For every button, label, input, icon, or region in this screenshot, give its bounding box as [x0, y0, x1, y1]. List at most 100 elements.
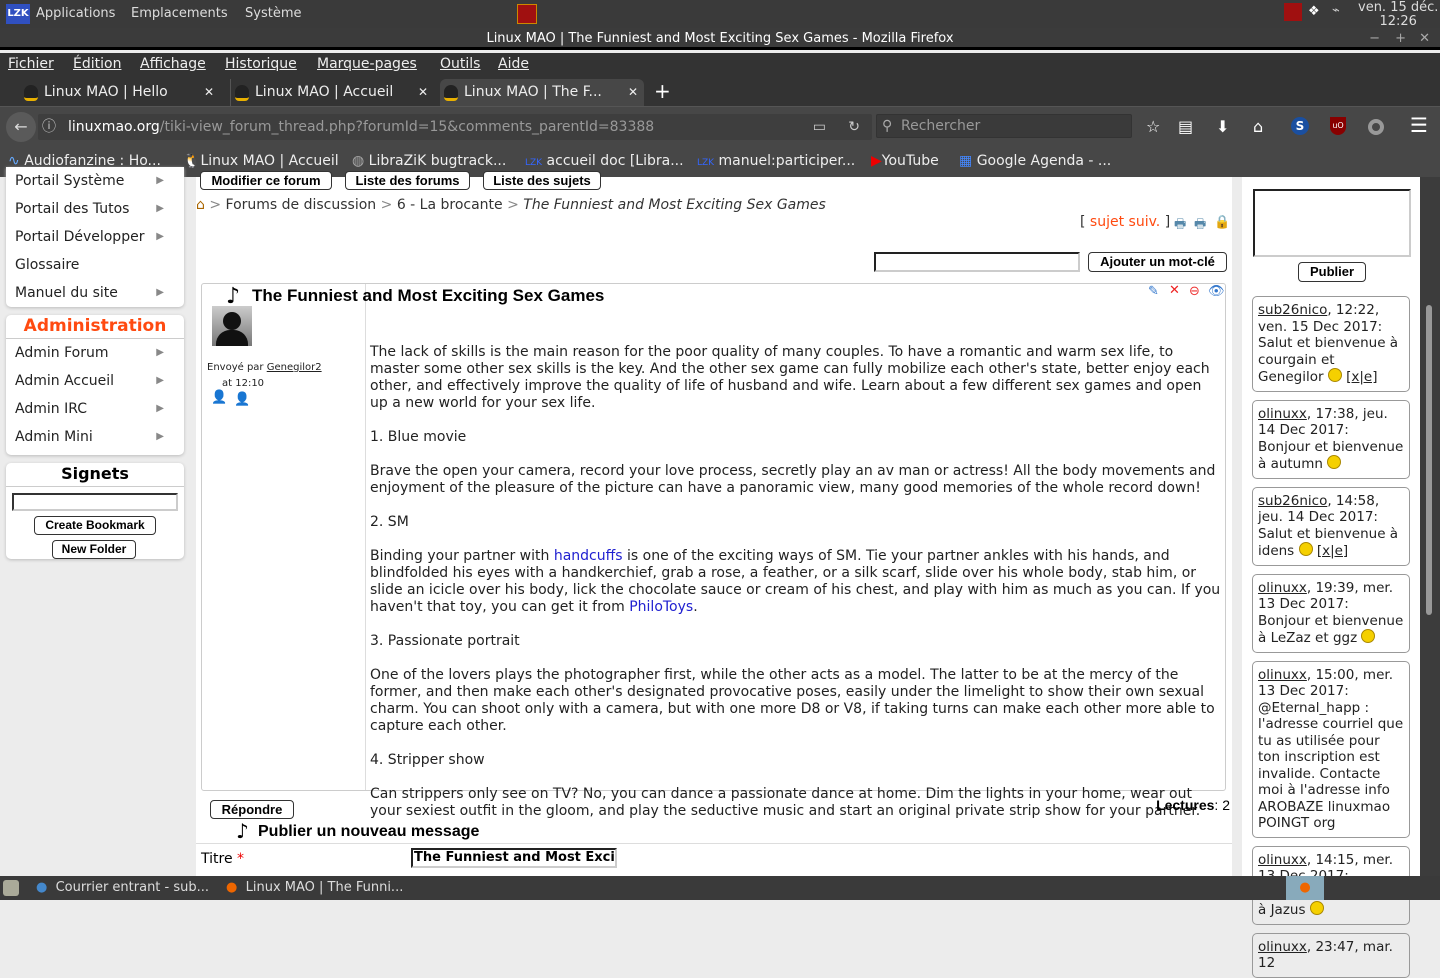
tab-accueil[interactable]: Linux MAO | Accueil ✕ [230, 79, 434, 106]
dropbox-icon[interactable]: ❖ [1308, 4, 1320, 19]
print-all-icon[interactable]: 🖶 [1194, 215, 1206, 237]
applications-menu[interactable]: Applications [36, 6, 115, 21]
tray-app-icon[interactable] [1284, 3, 1302, 21]
back-button[interactable]: ← [6, 112, 36, 142]
close-tab-icon[interactable]: ✕ [418, 79, 428, 106]
bookmark-manuel[interactable]: LZK manuel:participer... [697, 153, 855, 169]
menu-admin-forum[interactable]: Admin Forum ▶ [6, 339, 184, 367]
home-icon[interactable]: ⌂ [196, 197, 205, 213]
shout-user-link[interactable]: olinuxx [1258, 852, 1307, 868]
watch-icon[interactable]: 👁 [1208, 284, 1225, 299]
menu-admin-accueil[interactable]: Admin Accueil ▶ [6, 367, 184, 395]
shoutbox-input[interactable] [1253, 189, 1411, 257]
downloads-icon[interactable]: ⬇ [1216, 117, 1229, 136]
reader-view-icon[interactable]: ▭ [813, 114, 826, 140]
print-icon[interactable]: 🖶 [1174, 215, 1186, 237]
signets-title: Signets [6, 463, 184, 487]
next-topic-link[interactable]: sujet suiv. [1090, 214, 1160, 230]
menu-aide[interactable]: Aide [498, 56, 529, 72]
philotoys-link[interactable]: PhiloToys [629, 599, 693, 615]
bookmark-librazik-bugtracker[interactable]: ◍ LibraZiK bugtrack... [352, 153, 506, 169]
shout-user-link[interactable]: olinuxx [1258, 667, 1307, 683]
network-icon[interactable]: ⌁ [1332, 3, 1340, 18]
menu-admin-mini[interactable]: Admin Mini ▶ [6, 423, 184, 451]
create-bookmark-button[interactable]: Create Bookmark [34, 516, 156, 535]
bookmarks-list-icon[interactable]: ▤ [1178, 117, 1193, 136]
bookmark-linuxmao[interactable]: 🐧Linux MAO | Accueil [183, 153, 339, 169]
places-menu[interactable]: Emplacements [131, 6, 228, 21]
close-tab-icon[interactable]: ✕ [628, 79, 638, 106]
new-tab-button[interactable]: + [654, 79, 671, 103]
edit-icon[interactable]: ✎ [1148, 284, 1159, 299]
hamburger-menu-icon[interactable]: ☰ [1410, 113, 1428, 137]
ublock-icon[interactable]: uO [1330, 117, 1346, 135]
menu-historique[interactable]: Historique [225, 56, 297, 72]
shout-user-link[interactable]: olinuxx [1258, 939, 1307, 955]
block-icon[interactable]: ⊖ [1189, 284, 1200, 299]
bookmark-name-input[interactable] [12, 493, 178, 511]
maximize-button[interactable]: + [1395, 28, 1406, 50]
task-thunderbird[interactable]: ● Courrier entrant - sub... [36, 880, 209, 895]
bookmark-star-icon[interactable]: ☆ [1146, 117, 1160, 136]
menu-portail-tutos[interactable]: Portail des Tutos ▶ [6, 195, 184, 223]
lock-icon[interactable]: 🔒 [1214, 215, 1230, 230]
shout-actions[interactable]: [x|e] [1346, 369, 1377, 385]
bookmark-youtube[interactable]: ▶YouTube [871, 153, 939, 169]
menu-affichage[interactable]: Affichage [140, 56, 206, 72]
handcuffs-link[interactable]: handcuffs [554, 548, 623, 564]
search-input[interactable]: ⚲ Rechercher [876, 114, 1132, 138]
forum-list-button[interactable]: Liste des forums [345, 171, 470, 190]
modify-forum-button[interactable]: Modifier ce forum [200, 171, 332, 190]
extension-s-icon[interactable]: S [1291, 117, 1309, 135]
menu-admin-irc[interactable]: Admin IRC ▶ [6, 395, 184, 423]
shout-user-link[interactable]: olinuxx [1258, 406, 1307, 422]
task-firefox[interactable]: ● Linux MAO | The Funni... [226, 880, 403, 895]
info-icon[interactable]: ⓘ [42, 114, 56, 140]
publish-button[interactable]: Publier [1298, 262, 1366, 282]
topic-list-button[interactable]: Liste des sujets [483, 171, 601, 190]
title-input[interactable]: The Funniest and Most Exci [411, 848, 617, 868]
menu-edition[interactable]: Édition [73, 56, 121, 72]
close-tab-icon[interactable]: ✕ [204, 79, 214, 106]
reply-button[interactable]: Répondre [210, 800, 294, 819]
user-info-icon[interactable]: 👤 [211, 390, 227, 405]
url-bar[interactable]: ⓘ linuxmao.org/tiki-view_forum_thread.ph… [38, 114, 872, 140]
show-desktop-icon[interactable] [3, 880, 19, 896]
workspace-switcher[interactable]: ● [1286, 876, 1324, 900]
tab-active[interactable]: Linux MAO | The F... ✕ [440, 79, 644, 106]
system-menu[interactable]: Système [245, 6, 301, 21]
menu-marque-pages[interactable]: Marque-pages [317, 56, 417, 72]
scrollbar-thumb[interactable] [1426, 305, 1432, 615]
menu-portail-developper[interactable]: Portail Développer ▶ [6, 223, 184, 251]
menu-manuel[interactable]: Manuel du site ▶ [6, 279, 184, 307]
tab-hello[interactable]: Linux MAO | Hello ✕ [20, 79, 220, 106]
reload-icon[interactable]: ↻ [848, 114, 860, 140]
menu-outils[interactable]: Outils [440, 56, 480, 72]
menu-portail-systeme[interactable]: Portail Système ▶ [6, 167, 184, 195]
close-window-button[interactable]: ✕ [1419, 28, 1430, 50]
window-title: Linux MAO | The Funniest and Most Exciti… [486, 31, 954, 46]
shout-user-link[interactable]: sub26nico [1258, 493, 1327, 509]
clock[interactable]: ven. 15 déc. 12:26 [1358, 1, 1438, 29]
shout-user-link[interactable]: sub26nico [1258, 302, 1327, 318]
menu-fichier[interactable]: Fichier [8, 56, 54, 72]
shout-user-link[interactable]: olinuxx [1258, 580, 1307, 596]
user-profile-icon[interactable]: 👤 [234, 392, 250, 407]
breadcrumb-forums[interactable]: Forums de discussion [226, 197, 377, 213]
add-keyword-button[interactable]: Ajouter un mot-clé [1088, 252, 1227, 272]
scrollbar[interactable] [1420, 177, 1440, 876]
shout-actions[interactable]: [x|e] [1317, 543, 1348, 559]
bookmark-accueil-doc[interactable]: LZK accueil doc [Libra... [525, 153, 684, 169]
minimize-button[interactable]: − [1369, 28, 1380, 50]
menu-glossaire[interactable]: Glossaire [6, 251, 184, 279]
bookmark-google-agenda[interactable]: ▦ Google Agenda - ... [959, 153, 1111, 169]
extension-circle-icon[interactable] [1368, 119, 1384, 135]
app-icon[interactable] [517, 4, 537, 24]
new-folder-button[interactable]: New Folder [52, 540, 136, 559]
delete-icon[interactable]: ✕ [1169, 283, 1180, 298]
author-link[interactable]: Genegilor2 [267, 362, 322, 373]
chevron-right-icon: ▶ [156, 287, 164, 298]
home-icon[interactable]: ⌂ [1253, 117, 1263, 136]
breadcrumb-forum[interactable]: 6 - La brocante [397, 197, 503, 213]
keyword-input[interactable] [874, 252, 1080, 272]
